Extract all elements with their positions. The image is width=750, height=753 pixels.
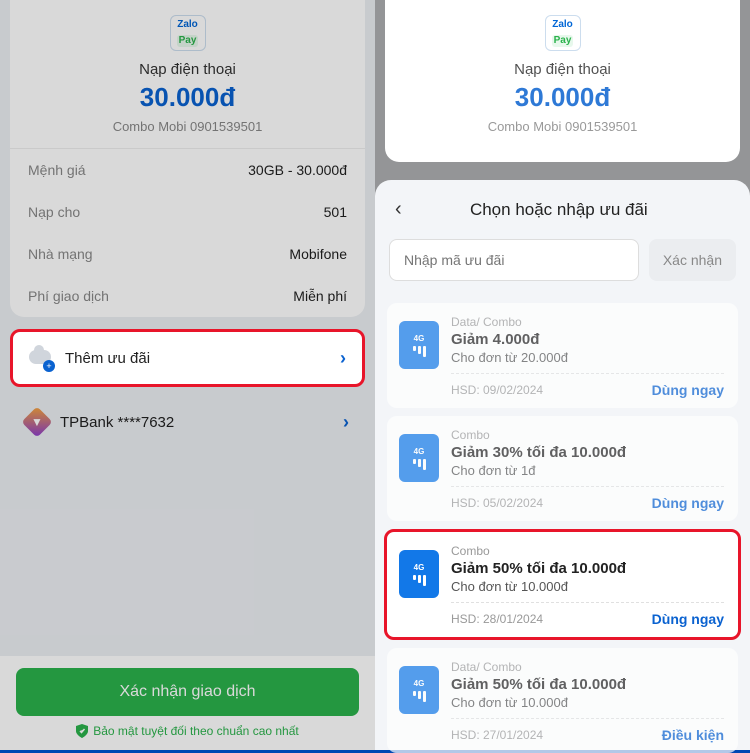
summary-card-bg: Zalo Pay Nạp điện thoại 30.000đ Combo Mo… — [385, 0, 740, 162]
voucher-card[interactable]: 4G Data/ Combo Giảm 50% tối đa 10.000đ Cho … — [387, 648, 738, 753]
bank-label: TPBank ****7632 — [60, 414, 343, 431]
zalopay-logo: Zalo Pay — [545, 15, 581, 51]
chevron-right-icon: › — [343, 412, 349, 433]
voucher-card[interactable]: 4G Combo Giảm 50% tối đa 10.000đ Cho đơn từ… — [384, 529, 741, 640]
row-value: 501 — [324, 204, 347, 220]
voucher-title: Giảm 4.000đ — [451, 331, 724, 348]
voucher-list: 4G Data/ Combo Giảm 4.000đ Cho đơn từ 20.00… — [375, 303, 750, 753]
voucher-card[interactable]: 4G Combo Giảm 30% tối đa 10.000đ Cho đơn từ… — [387, 416, 738, 521]
payment-method-row[interactable]: ▼ TPBank ****7632 › — [10, 397, 365, 447]
shield-icon — [76, 724, 88, 738]
row-value: Mobifone — [289, 246, 347, 262]
data-sim-icon: 4G — [399, 550, 439, 598]
voucher-expiry: HSD: 09/02/2024 — [451, 383, 543, 397]
detail-row: Nạp cho 501 — [10, 191, 365, 233]
apply-code-button[interactable]: Xác nhận — [649, 239, 736, 281]
row-label: Mệnh giá — [28, 162, 86, 178]
subtitle: Combo Mobi 0901539501 — [10, 119, 365, 134]
tpbank-icon: ▼ — [21, 406, 52, 437]
sheet-title: Chọn hoặc nhập ưu đãi — [408, 200, 710, 220]
row-label: Nạp cho — [28, 204, 80, 220]
voucher-action[interactable]: Dùng ngay — [652, 611, 724, 627]
voucher-action[interactable]: Dùng ngay — [652, 382, 724, 398]
sheet-header: ‹ Chọn hoặc nhập ưu đãi — [375, 188, 750, 231]
voucher-expiry: HSD: 05/02/2024 — [451, 496, 543, 510]
cloud-plus-icon: + — [29, 346, 53, 370]
offers-screen: Zalo Pay Nạp điện thoại 30.000đ Combo Mo… — [375, 0, 750, 750]
zalopay-logo: Zalo Pay — [170, 15, 206, 51]
row-value: 30GB - 30.000đ — [248, 162, 347, 178]
summary-card: Zalo Pay Nạp điện thoại 30.000đ Combo Mo… — [10, 0, 365, 317]
voucher-card[interactable]: 4G Data/ Combo Giảm 4.000đ Cho đơn từ 20.00… — [387, 303, 738, 408]
add-offer-row[interactable]: + Thêm ưu đãi › — [10, 329, 365, 387]
confirm-button[interactable]: Xác nhận giao dịch — [16, 668, 359, 716]
voucher-category: Data/ Combo — [451, 315, 724, 329]
voucher-expiry: HSD: 27/01/2024 — [451, 728, 543, 742]
voucher-title: Giảm 30% tối đa 10.000đ — [451, 444, 724, 461]
offers-sheet: ‹ Chọn hoặc nhập ưu đãi Xác nhận 4G Data/… — [375, 180, 750, 750]
detail-row: Phí giao dịch Miễn phí — [10, 275, 365, 317]
service-title: Nạp điện thoại — [10, 61, 365, 78]
promo-code-input[interactable] — [389, 239, 639, 281]
row-value: Miễn phí — [293, 288, 347, 304]
data-sim-icon: 4G — [399, 434, 439, 482]
voucher-title: Giảm 50% tối đa 10.000đ — [451, 560, 724, 577]
data-sim-icon: 4G — [399, 666, 439, 714]
voucher-condition: Cho đơn từ 10.000đ — [451, 579, 724, 594]
voucher-title: Giảm 50% tối đa 10.000đ — [451, 676, 724, 693]
voucher-expiry: HSD: 28/01/2024 — [451, 612, 543, 626]
security-note: Bảo mật tuyệt đối theo chuẩn cao nhất — [16, 724, 359, 738]
checkout-screen: Zalo Pay Nạp điện thoại 30.000đ Combo Mo… — [0, 0, 375, 750]
voucher-action[interactable]: Dùng ngay — [652, 495, 724, 511]
data-sim-icon: 4G — [399, 321, 439, 369]
voucher-category: Data/ Combo — [451, 660, 724, 674]
back-button[interactable]: ‹ — [389, 198, 408, 221]
voucher-condition: Cho đơn từ 1đ — [451, 463, 724, 478]
detail-row: Mệnh giá 30GB - 30.000đ — [10, 149, 365, 191]
add-offer-label: Thêm ưu đãi — [65, 350, 340, 367]
row-label: Phí giao dịch — [28, 288, 109, 304]
voucher-condition: Cho đơn từ 20.000đ — [451, 350, 724, 365]
detail-rows: Mệnh giá 30GB - 30.000đ Nạp cho 501 Nhà mạng… — [10, 148, 365, 317]
bottom-bar: Xác nhận giao dịch Bảo mật tuyệt đối the… — [0, 656, 375, 750]
voucher-action[interactable]: Điều kiện — [662, 727, 724, 743]
amount: 30.000đ — [10, 82, 365, 113]
detail-row: Nhà mạng Mobifone — [10, 233, 365, 275]
code-input-row: Xác nhận — [375, 231, 750, 295]
voucher-condition: Cho đơn từ 10.000đ — [451, 695, 724, 710]
chevron-right-icon: › — [340, 348, 346, 369]
row-label: Nhà mạng — [28, 246, 93, 262]
voucher-category: Combo — [451, 544, 724, 558]
voucher-category: Combo — [451, 428, 724, 442]
